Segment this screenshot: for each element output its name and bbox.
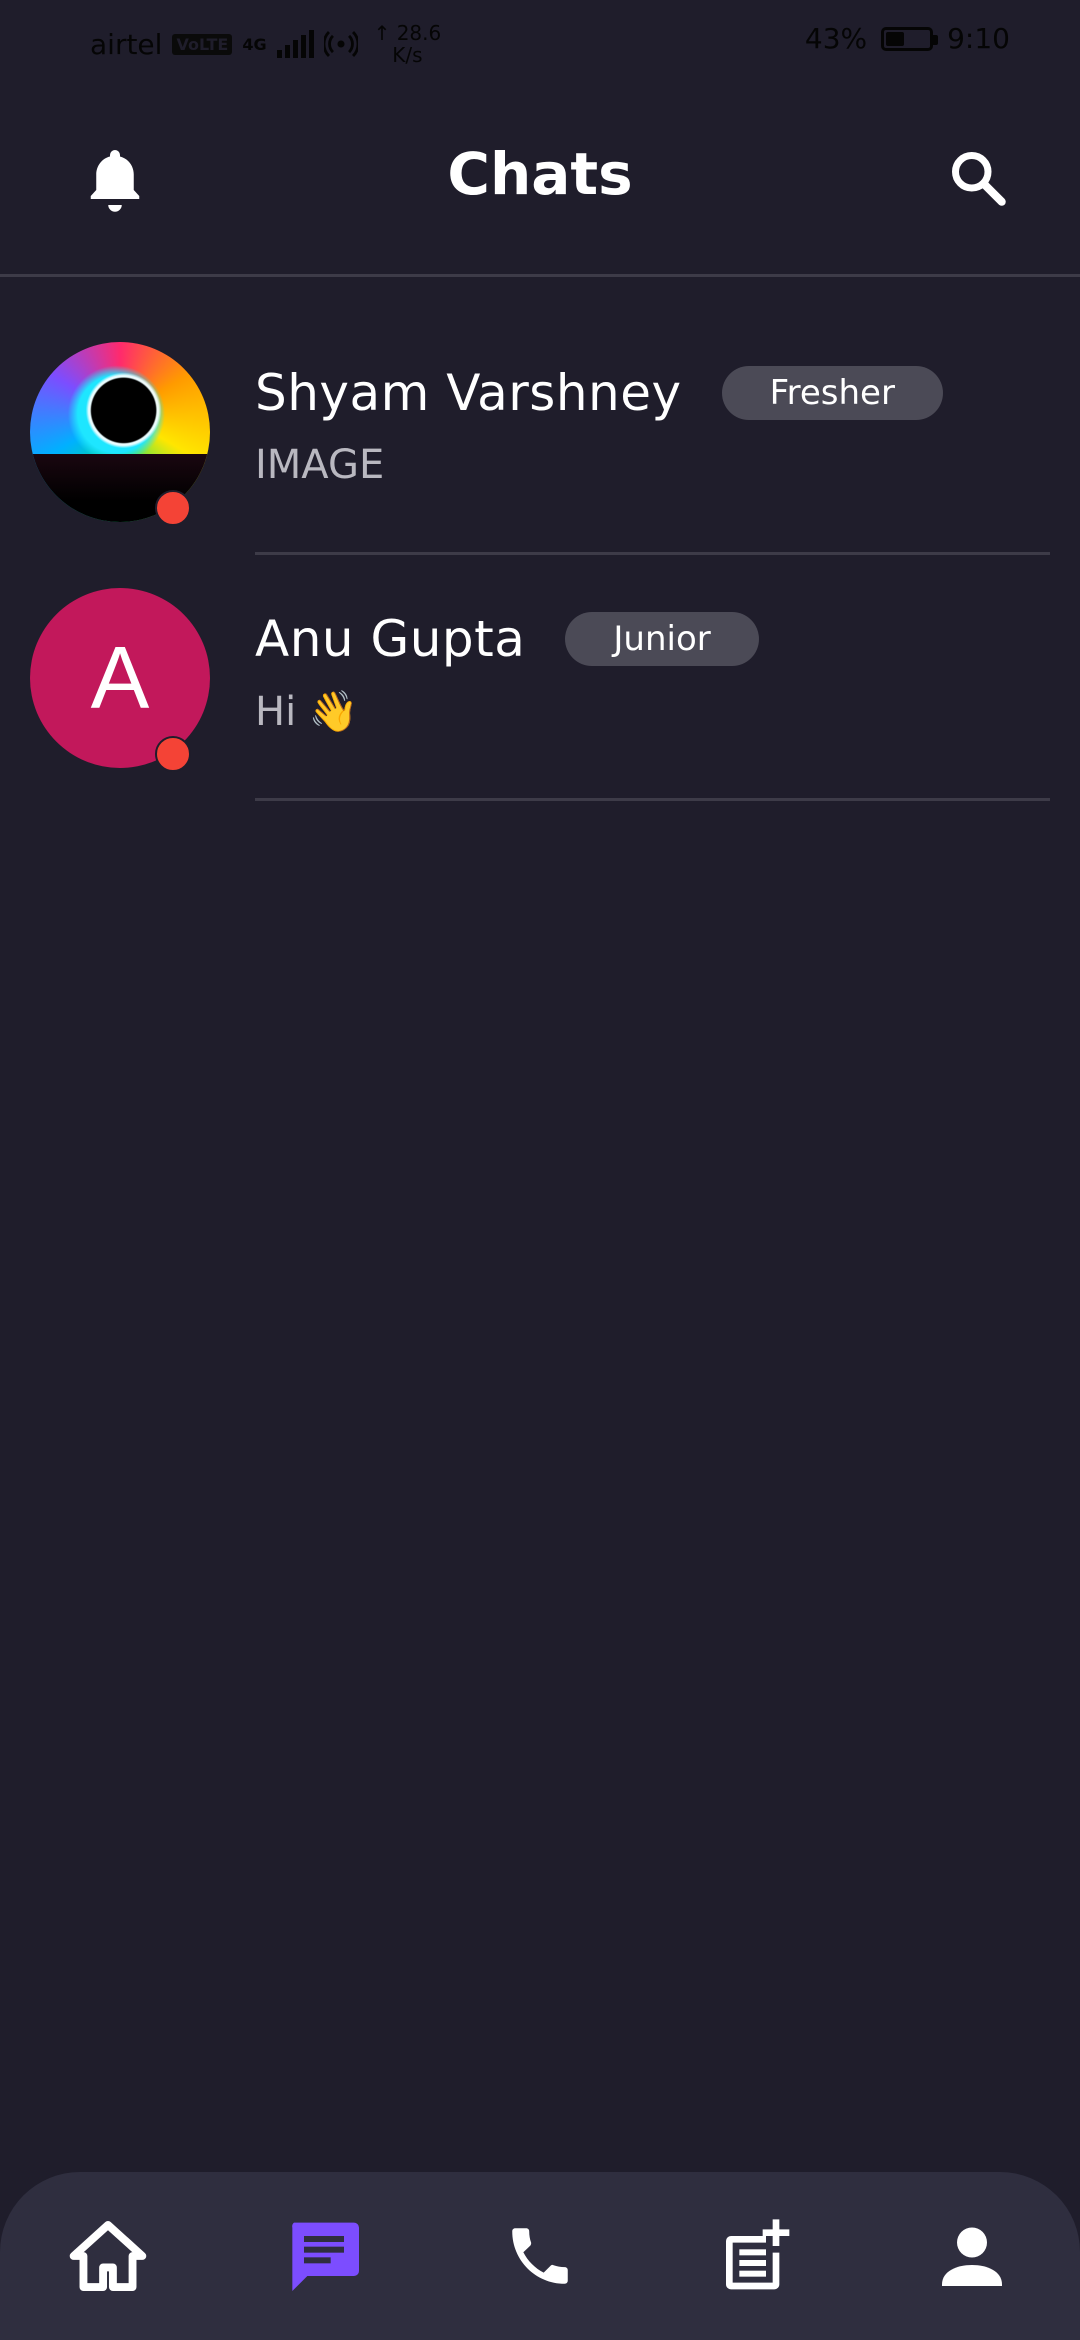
last-message-text: Hi: [255, 689, 297, 735]
nav-calls[interactable]: [500, 2216, 580, 2296]
status-right: 43% 9:10: [805, 22, 1010, 55]
battery-percent: 43%: [804, 22, 868, 55]
chat-icon: [292, 2222, 359, 2291]
bottom-navigation: [0, 2172, 1080, 2340]
network-speed: ↑ 28.6 K/s: [374, 22, 442, 66]
role-badge: Junior: [565, 612, 759, 666]
contact-name: Anu Gupta: [255, 610, 526, 668]
waving-hand-emoji: 👋: [308, 689, 359, 735]
profile-icon: [942, 2227, 1002, 2286]
network-speed-value: ↑ 28.6: [373, 21, 442, 45]
chat-name-row: Anu Gupta Junior: [255, 610, 759, 668]
post-add-icon: [726, 2219, 790, 2290]
chat-name-row: Shyam Varshney Fresher: [255, 364, 943, 422]
phone-icon: [512, 2228, 568, 2284]
chat-list: Shyam Varshney Fresher IMAGE A Anu Gupta…: [0, 320, 1080, 812]
last-message-preview: IMAGE: [255, 442, 385, 488]
signal-icon: [276, 30, 314, 58]
last-message-preview: Hi 👋: [255, 688, 359, 735]
home-icon: [69, 2220, 147, 2292]
nav-home[interactable]: [68, 2216, 148, 2296]
status-left: airtel VoLTE 4G ↑ 28.6 K/s: [90, 22, 441, 66]
nav-profile[interactable]: [932, 2216, 1012, 2296]
nav-chats[interactable]: [284, 2216, 364, 2296]
header-divider: [0, 274, 1080, 277]
volte-badge: VoLTE: [172, 33, 233, 55]
clock: 9:10: [947, 22, 1010, 55]
role-badge: Fresher: [721, 366, 943, 420]
app-header: Chats: [0, 90, 1080, 270]
search-icon[interactable]: [948, 148, 1008, 208]
nav-posts[interactable]: [716, 2216, 796, 2296]
chat-item-shyam-varshney[interactable]: Shyam Varshney Fresher IMAGE: [0, 320, 1080, 566]
carrier-label: airtel: [90, 27, 163, 61]
hotspot-icon: [323, 30, 358, 58]
chat-item-anu-gupta[interactable]: A Anu Gupta Junior Hi 👋: [0, 566, 1080, 812]
online-status-dot: [155, 736, 191, 772]
network-speed-unit: K/s: [392, 43, 423, 67]
battery-level: [886, 31, 905, 46]
row-divider: [255, 552, 1050, 555]
page-title: Chats: [447, 140, 633, 208]
contact-name: Shyam Varshney: [255, 364, 682, 422]
network-type: 4G: [242, 34, 267, 54]
online-status-dot: [155, 490, 191, 526]
battery-icon: [881, 26, 939, 51]
row-divider: [255, 798, 1050, 801]
status-bar: airtel VoLTE 4G ↑ 28.6 K/s 43% 9:10: [0, 0, 1080, 80]
